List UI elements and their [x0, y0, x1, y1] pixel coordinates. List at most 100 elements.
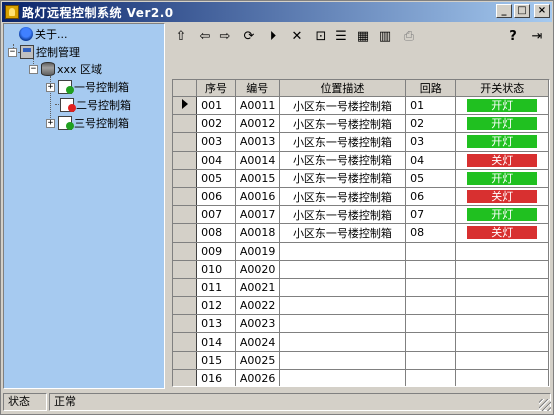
cell-loop[interactable]: 06 — [405, 187, 457, 207]
cell-location[interactable] — [279, 242, 407, 261]
cell-code[interactable]: A0014 — [235, 151, 280, 170]
row-indicator[interactable] — [173, 114, 198, 134]
properties-icon[interactable]: ⊡ — [313, 29, 329, 45]
column-header-state[interactable]: 开关状态 — [455, 80, 549, 97]
cell-state[interactable]: 开灯 — [455, 132, 549, 152]
cell-seq[interactable]: 014 — [196, 332, 236, 352]
cell-location[interactable] — [279, 260, 407, 279]
cell-state[interactable]: 开灯 — [455, 114, 549, 134]
table-row[interactable]: 014 A0024 — [173, 332, 549, 352]
row-indicator[interactable] — [173, 132, 198, 152]
cell-seq[interactable]: 001 — [196, 96, 236, 116]
table-row[interactable]: 004 A0014 小区东一号楼控制箱 04 关灯 — [173, 151, 549, 170]
cell-code[interactable]: A0017 — [235, 205, 280, 225]
table-row[interactable]: 005 A0015 小区东一号楼控制箱 05 开灯 — [173, 169, 549, 188]
table-row[interactable]: 007 A0017 小区东一号楼控制箱 07 开灯 — [173, 205, 549, 225]
cell-location[interactable]: 小区东一号楼控制箱 — [279, 132, 407, 152]
cell-state[interactable] — [455, 332, 549, 352]
cell-location[interactable]: 小区东一号楼控制箱 — [279, 187, 407, 207]
cell-location[interactable] — [279, 314, 407, 334]
cell-location[interactable]: 小区东一号楼控制箱 — [279, 96, 407, 116]
cell-seq[interactable]: 011 — [196, 278, 236, 298]
resize-grip[interactable] — [539, 399, 551, 411]
cell-state[interactable]: 关灯 — [455, 223, 549, 243]
cell-seq[interactable]: 012 — [196, 296, 236, 316]
table-row[interactable]: 016 A0026 — [173, 369, 549, 386]
state-badge[interactable]: 开灯 — [467, 99, 538, 113]
column-header-location[interactable]: 位置描述 — [279, 80, 407, 97]
cell-loop[interactable] — [405, 242, 457, 261]
row-indicator[interactable] — [173, 369, 198, 386]
cell-seq[interactable]: 009 — [196, 242, 236, 261]
cell-loop[interactable] — [405, 260, 457, 279]
state-badge[interactable]: 开灯 — [467, 171, 538, 185]
cell-state[interactable] — [455, 351, 549, 370]
state-badge[interactable]: 开灯 — [467, 208, 538, 222]
state-badge[interactable]: 关灯 — [467, 153, 538, 167]
table-row[interactable]: 009 A0019 — [173, 242, 549, 261]
table-row[interactable]: 008 A0018 小区东一号楼控制箱 08 关灯 — [173, 223, 549, 243]
cell-location[interactable]: 小区东一号楼控制箱 — [279, 223, 407, 243]
state-badge[interactable]: 关灯 — [467, 226, 538, 240]
row-indicator[interactable] — [173, 278, 198, 298]
row-indicator[interactable] — [173, 351, 198, 370]
cell-state[interactable] — [455, 242, 549, 261]
cell-code[interactable]: A0024 — [235, 332, 280, 352]
cell-location[interactable]: 小区东一号楼控制箱 — [279, 169, 407, 188]
table-row[interactable]: 012 A0022 — [173, 296, 549, 316]
cell-loop[interactable]: 05 — [405, 169, 457, 188]
table-row[interactable]: 015 A0025 — [173, 351, 549, 370]
cell-loop[interactable]: 08 — [405, 223, 457, 243]
cell-state[interactable] — [455, 296, 549, 316]
state-badge[interactable]: 开灯 — [467, 117, 538, 131]
cell-loop[interactable] — [405, 332, 457, 352]
delete-icon[interactable]: ✕ — [289, 29, 305, 45]
tree-item-box-1[interactable]: + 一号控制箱 — [46, 79, 129, 95]
cell-state[interactable] — [455, 278, 549, 298]
back-icon[interactable]: ⇦ — [197, 29, 213, 45]
cell-code[interactable]: A0011 — [235, 96, 280, 116]
tree-view-icon[interactable]: ☰ — [333, 29, 349, 45]
column-header-seq[interactable]: 序号 — [196, 80, 236, 97]
cell-state[interactable]: 开灯 — [455, 169, 549, 188]
table-row[interactable]: 006 A0016 小区东一号楼控制箱 06 关灯 — [173, 187, 549, 207]
cell-location[interactable]: 小区东一号楼控制箱 — [279, 205, 407, 225]
cell-code[interactable]: A0012 — [235, 114, 280, 134]
cell-loop[interactable]: 01 — [405, 96, 457, 116]
cell-seq[interactable]: 004 — [196, 151, 236, 170]
row-indicator[interactable] — [173, 205, 198, 225]
column-header-code[interactable]: 编号 — [235, 80, 280, 97]
print-icon[interactable]: ⎙ — [401, 29, 417, 45]
cell-state[interactable]: 开灯 — [455, 96, 549, 116]
folder-up-icon[interactable]: ⇧ — [173, 29, 189, 45]
data-grid[interactable]: 序号 编号 位置描述 回路 开关状态 001 A0011 小区东一号楼控制箱 01 开灯… — [172, 79, 550, 387]
cell-code[interactable]: A0026 — [235, 369, 280, 386]
cell-code[interactable]: A0019 — [235, 242, 280, 261]
cell-code[interactable]: A0025 — [235, 351, 280, 370]
cell-location[interactable] — [279, 278, 407, 298]
collapse-toggle[interactable]: − — [8, 47, 17, 57]
tree-item-about[interactable]: 关于... — [16, 26, 68, 42]
cell-seq[interactable]: 016 — [196, 369, 236, 386]
row-indicator[interactable] — [173, 296, 198, 316]
cell-state[interactable] — [455, 314, 549, 334]
cell-loop[interactable]: 02 — [405, 114, 457, 134]
table-row[interactable]: 013 A0023 — [173, 314, 549, 334]
cell-location[interactable] — [279, 296, 407, 316]
cell-code[interactable]: A0018 — [235, 223, 280, 243]
cell-seq[interactable]: 007 — [196, 205, 236, 225]
cell-code[interactable]: A0015 — [235, 169, 280, 188]
cell-state[interactable] — [455, 260, 549, 279]
title-bar[interactable]: 路灯远程控制系统 Ver2.0 _ □ × — [2, 2, 552, 22]
row-indicator[interactable] — [173, 314, 198, 334]
table-row[interactable]: 011 A0021 — [173, 278, 549, 298]
row-indicator[interactable] — [173, 223, 198, 243]
cell-loop[interactable] — [405, 369, 457, 386]
cell-loop[interactable]: 07 — [405, 205, 457, 225]
state-badge[interactable]: 关灯 — [467, 190, 538, 204]
cell-seq[interactable]: 002 — [196, 114, 236, 134]
cell-seq[interactable]: 010 — [196, 260, 236, 279]
tree-item-control-management[interactable]: − 控制管理 — [8, 44, 80, 60]
cell-location[interactable]: 小区东一号楼控制箱 — [279, 151, 407, 170]
maximize-button[interactable]: □ — [514, 4, 530, 18]
